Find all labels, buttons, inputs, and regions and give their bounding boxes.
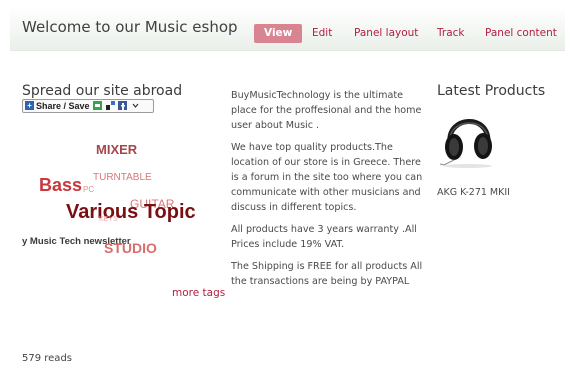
share-plus-icon: +	[25, 101, 34, 110]
tab-view[interactable]: View	[254, 24, 303, 43]
tag-keys[interactable]: KEYS	[99, 216, 118, 223]
more-tags-link[interactable]: more tags	[172, 287, 225, 299]
share-save-button[interactable]: + Share / Save	[22, 99, 154, 113]
headphones-product-image[interactable]	[438, 103, 498, 169]
header: Welcome to our Music eshop View Edit Pan…	[10, 6, 565, 51]
about-paragraph: The Shipping is FREE for all products Al…	[231, 261, 423, 287]
tag-bass[interactable]: Bass	[39, 175, 82, 196]
tag-mixer[interactable]: MIXER	[96, 142, 137, 157]
tab-track[interactable]: Track	[437, 24, 464, 43]
tag-turntable[interactable]: TURNTABLE	[93, 172, 152, 183]
tag-pc[interactable]: PC	[83, 185, 94, 194]
product-name-link[interactable]: AKG K-271 MKII	[437, 187, 510, 198]
tab-edit[interactable]: Edit	[312, 24, 332, 43]
spread-title: Spread our site abroad	[22, 83, 183, 99]
about-paragraph: BuyMusicTechnology is the ultimate place…	[231, 90, 422, 131]
bookmark-share-icon	[105, 101, 115, 110]
tab-panel-content[interactable]: Panel content	[485, 24, 557, 43]
chevron-down-icon	[132, 103, 139, 108]
tag-various-topic[interactable]: Various Topic	[66, 201, 196, 224]
tag-studio[interactable]: STUDIO	[104, 240, 157, 256]
page: Welcome to our Music eshop View Edit Pan…	[0, 0, 577, 381]
latest-products-title: Latest Products	[437, 83, 546, 99]
site-title[interactable]: Welcome to our Music eshop	[22, 18, 238, 36]
share-save-label: Share / Save	[36, 101, 90, 111]
about-paragraph: All products have 3 years warranty .All …	[231, 224, 417, 250]
reads-count: 579 reads	[22, 353, 72, 364]
about-content: BuyMusicTechnology is the ultimate place…	[231, 88, 431, 296]
about-paragraph: We have top quality products.The locatio…	[231, 142, 423, 213]
facebook-share-icon	[118, 101, 128, 110]
tab-panel-layout[interactable]: Panel layout	[354, 24, 418, 43]
email-share-icon	[93, 101, 103, 110]
